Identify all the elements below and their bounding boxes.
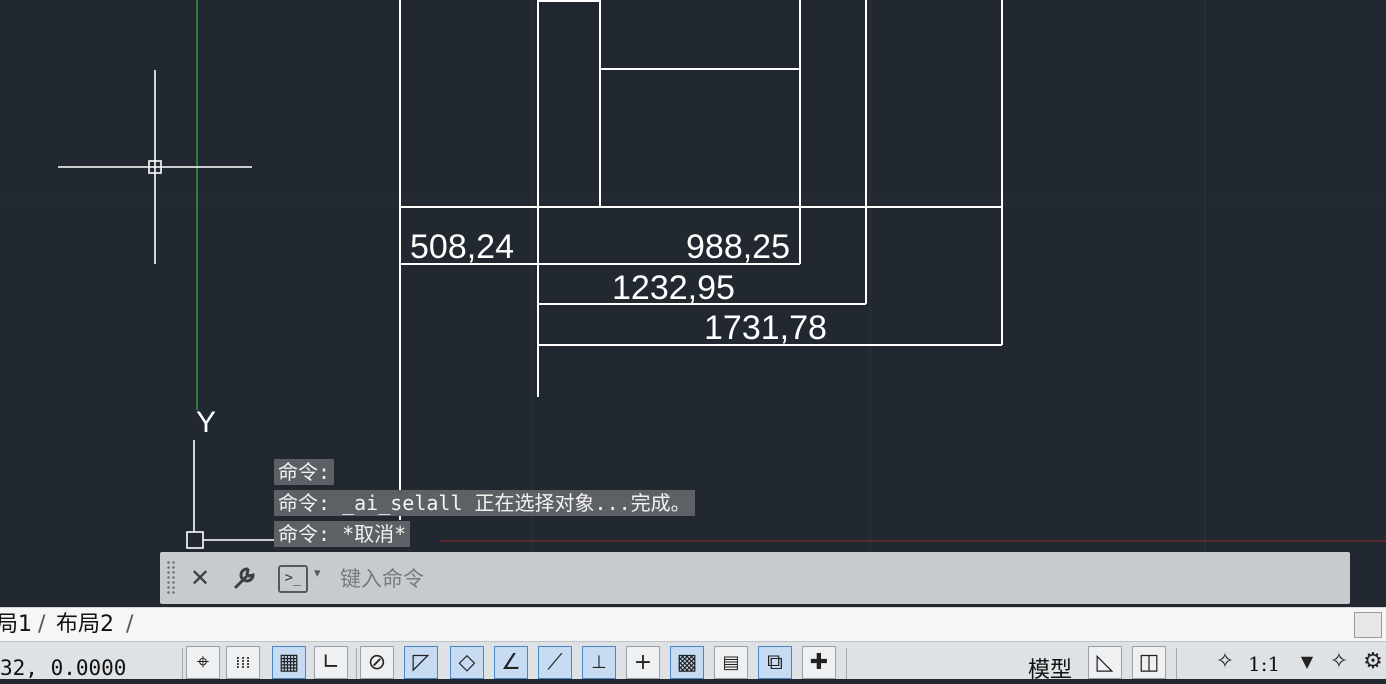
- status-divider: [356, 648, 357, 679]
- command-prompt-icon[interactable]: >_: [278, 565, 308, 593]
- status-divider: [846, 648, 847, 679]
- tab-layout1[interactable]: 局1: [0, 610, 32, 638]
- status-divider: [182, 648, 183, 679]
- layout-grid-icon[interactable]: ◺: [1088, 646, 1122, 679]
- ortho-mode-icon[interactable]: ∟: [314, 646, 348, 679]
- tab-divider: /: [38, 612, 46, 637]
- ucs-icon: [186, 440, 278, 549]
- wrench-icon[interactable]: [224, 558, 264, 598]
- drag-handle-icon[interactable]: [166, 560, 176, 596]
- tab-layout2[interactable]: 布局2: [56, 610, 114, 638]
- quick-properties-icon[interactable]: ▤: [714, 646, 748, 679]
- tab-scroll-button[interactable]: [1354, 612, 1382, 638]
- command-line-bar: ✕ >_ ▾: [160, 552, 1350, 604]
- object-snap-tracking-icon[interactable]: ∠: [494, 646, 528, 679]
- 3d-object-snap-icon[interactable]: ◇: [450, 646, 484, 679]
- chevron-down-icon[interactable]: ▼: [1290, 646, 1324, 679]
- object-snap-icon[interactable]: ◸: [404, 646, 438, 679]
- transparency-icon[interactable]: ▩: [670, 646, 704, 679]
- status-bar: 32, 0.0000 ⌖ ⁞⁞⁞ ▦ ∟ ⊘ ◸ ◇ ∠ ⟋ ⊥ + ▩ ▤ ⧉…: [0, 641, 1386, 683]
- coordinate-readout: 32, 0.0000: [0, 656, 127, 680]
- dimension-label-3: 1232,95: [612, 269, 735, 307]
- workspace-switch-icon[interactable]: ⚙: [1360, 646, 1386, 679]
- auto-scale-icon[interactable]: ✧: [1322, 646, 1356, 679]
- dynamic-ucs-icon[interactable]: ⟋: [538, 646, 572, 679]
- chevron-down-icon[interactable]: ▾: [314, 566, 321, 581]
- annotation-visibility-icon[interactable]: ✧: [1208, 646, 1242, 679]
- command-history-line-1: 命令:: [274, 459, 335, 485]
- snap-mode-icon[interactable]: ⁞⁞⁞: [226, 646, 260, 679]
- dynamic-input-icon[interactable]: ⊥: [582, 646, 616, 679]
- dimension-label-2: 988,25: [686, 228, 790, 266]
- command-history-line-2: 命令: _ai_selall 正在选择对象...完成。: [274, 490, 695, 516]
- grid-display-icon[interactable]: ▦: [272, 646, 306, 679]
- ucs-y-label: Y: [196, 406, 216, 439]
- command-history-line-3: 命令: *取消*: [274, 521, 411, 547]
- selection-cycling-icon[interactable]: ⧉: [758, 646, 792, 679]
- dimension-label-4: 1731,78: [704, 309, 827, 347]
- tab-divider: /: [126, 612, 134, 637]
- status-divider: [1176, 648, 1177, 679]
- dimension-label-1: 508,24: [410, 228, 514, 266]
- viewports-icon[interactable]: ◫: [1132, 646, 1166, 679]
- annotation-monitor-icon[interactable]: ✚: [802, 646, 836, 679]
- annotation-scale-value[interactable]: 1:1: [1248, 652, 1280, 676]
- command-input[interactable]: [338, 560, 1332, 598]
- layout-tabs: 局1 / 布局2 /: [0, 607, 1386, 642]
- infer-constraints-icon[interactable]: ⌖: [186, 646, 220, 679]
- lineweight-icon[interactable]: +: [626, 646, 660, 679]
- polar-tracking-icon[interactable]: ⊘: [360, 646, 394, 679]
- close-icon[interactable]: ✕: [180, 558, 220, 598]
- model-space-button[interactable]: 模型: [1028, 652, 1072, 684]
- crosshair-cursor: [58, 70, 252, 264]
